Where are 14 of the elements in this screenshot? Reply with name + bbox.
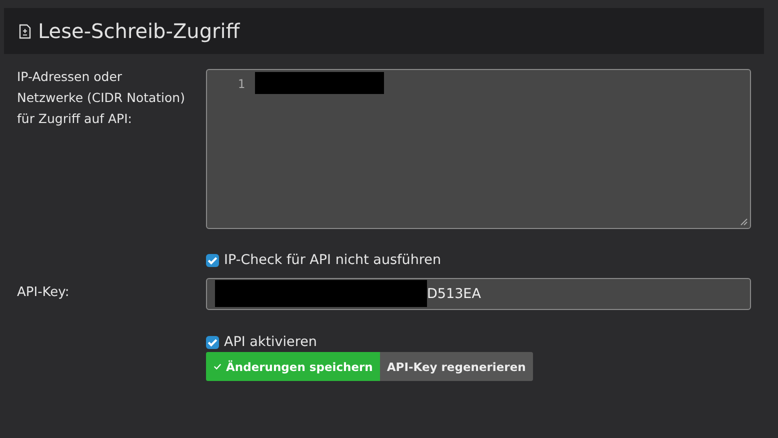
document-icon [19, 24, 31, 38]
checkbox-label: IP-Check für API nicht ausführen [224, 252, 442, 268]
resize-handle-icon[interactable] [740, 218, 748, 226]
section-title: Lese-Schreib-Zugriff [38, 19, 240, 43]
regenerate-button[interactable]: API-Key regenerieren [380, 352, 533, 381]
checkbox-label: API aktivieren [224, 334, 317, 350]
checkbox[interactable] [206, 254, 219, 266]
field-label: API-Key: [17, 284, 70, 302]
field-label: IP-Adressen oder Netzwerke (CIDR Notation) für Zugriff auf API: [17, 68, 186, 128]
line-number: 1 [238, 77, 245, 91]
api-key-field[interactable]: D513EA [206, 278, 751, 310]
ip-editor-field[interactable]: 1 [206, 69, 751, 229]
checkmark-icon [213, 362, 222, 371]
checkbox[interactable] [206, 336, 219, 348]
